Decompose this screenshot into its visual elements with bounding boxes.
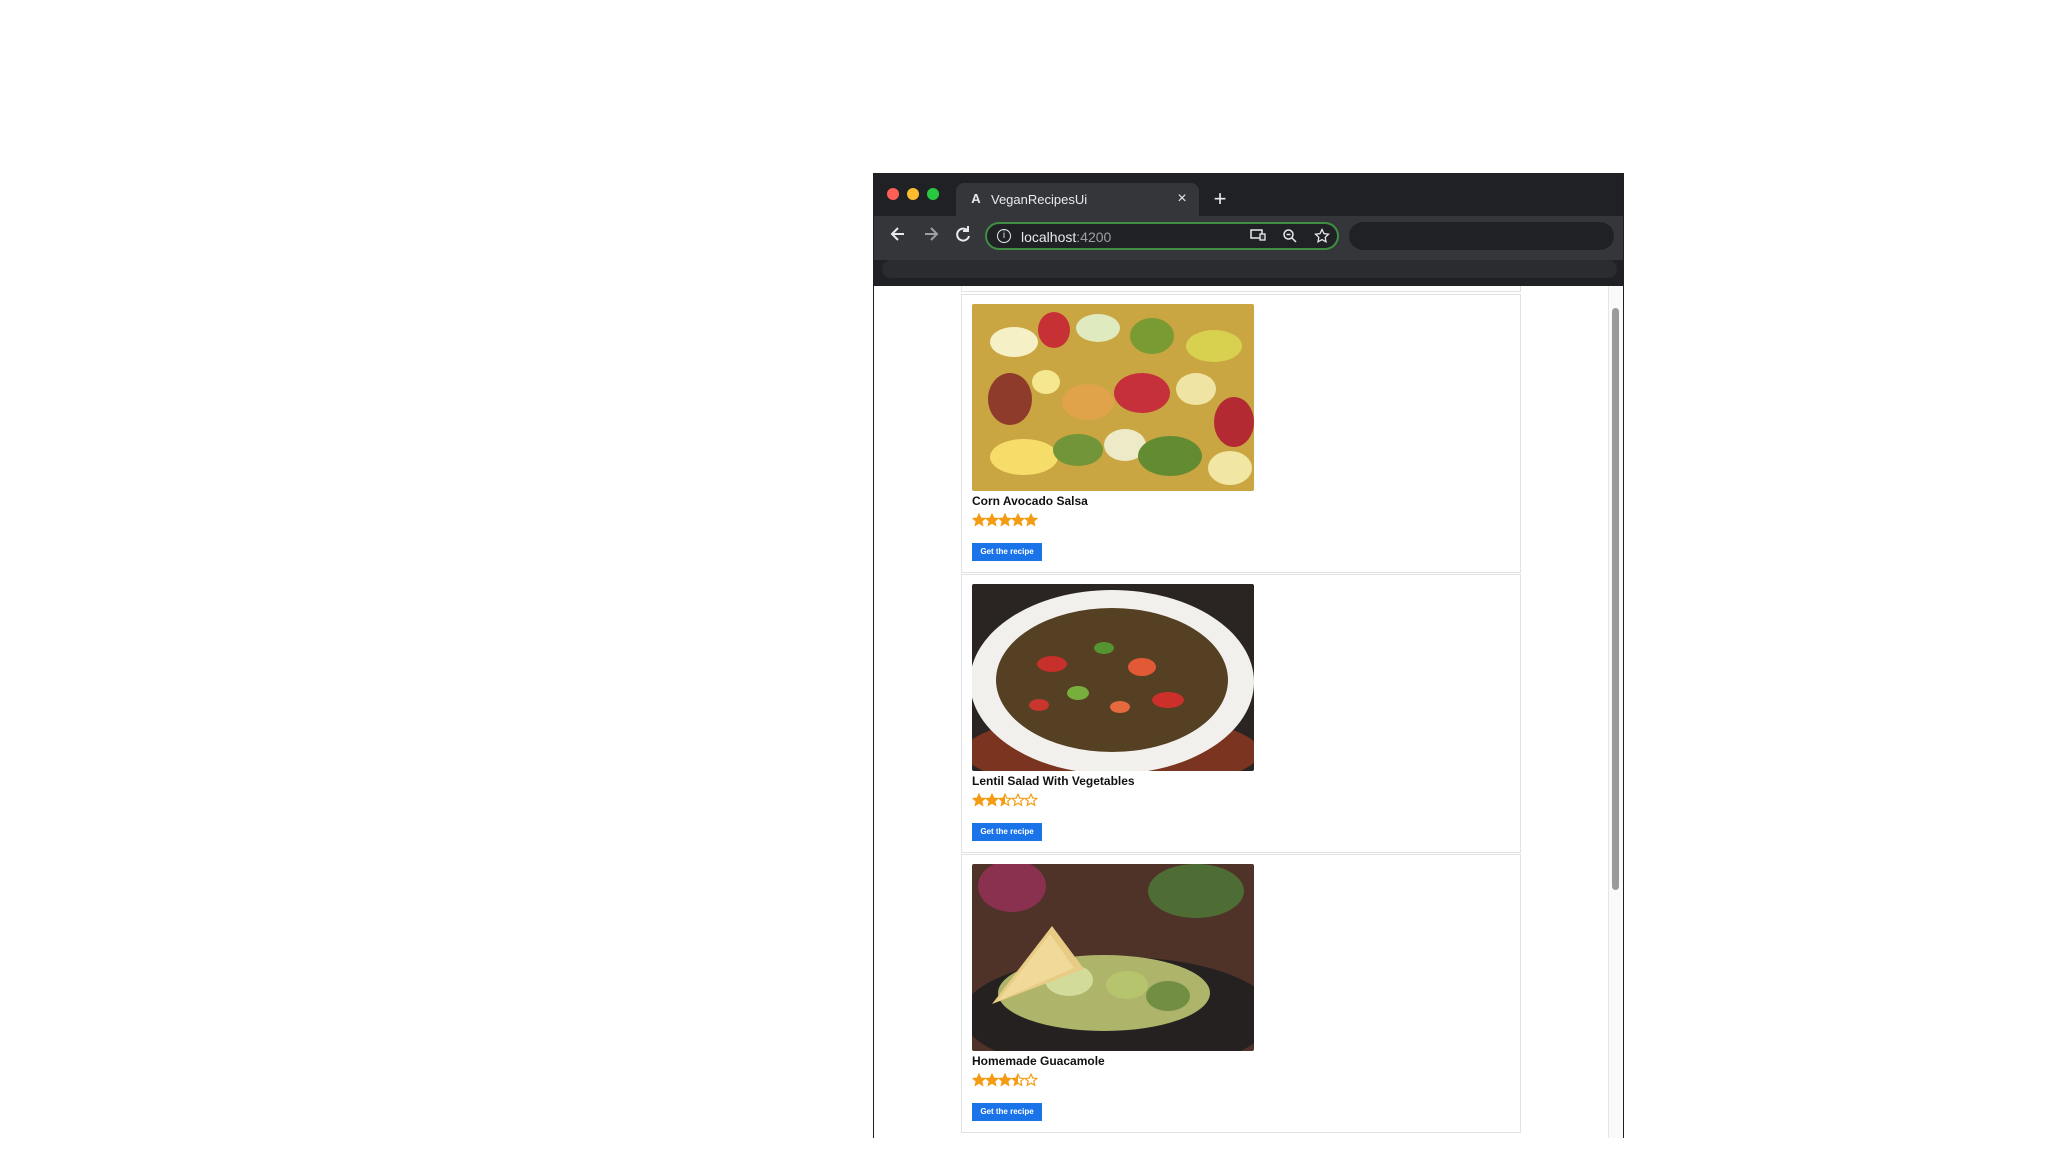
close-window-button[interactable]: [887, 188, 899, 200]
page-viewport: Corn Avocado Salsa Get the recipe Lentil…: [874, 286, 1623, 1138]
recipe-title: Homemade Guacamole: [972, 1054, 1105, 1068]
get-recipe-button[interactable]: Get the recipe: [972, 823, 1042, 841]
recipe-card: Homemade Guacamole Get the recipe: [961, 854, 1521, 1133]
vertical-scrollbar[interactable]: [1608, 286, 1623, 1138]
filled-star-icon: [985, 1073, 999, 1087]
info-icon[interactable]: i: [997, 229, 1011, 243]
bookmark-star-icon[interactable]: [1313, 228, 1331, 246]
zoom-icon[interactable]: [1281, 228, 1299, 246]
browser-chrome: A VeganRecipesUi × + i localhost:4200: [874, 174, 1623, 286]
filled-star-icon: [1024, 513, 1038, 527]
address-bar[interactable]: i localhost:4200: [985, 222, 1339, 250]
browser-window: A VeganRecipesUi × + i localhost:4200 Co…: [873, 173, 1624, 1138]
angular-favicon-icon: A: [971, 191, 981, 206]
new-tab-button[interactable]: +: [1209, 188, 1231, 210]
corn-avocado-salsa-image: [972, 304, 1254, 491]
forward-arrow-icon[interactable]: [917, 224, 945, 252]
filled-star-icon: [998, 513, 1012, 527]
previous-recipe-card-edge: [961, 286, 1521, 292]
filled-star-icon: [985, 793, 999, 807]
filled-star-icon: [985, 513, 999, 527]
back-arrow-icon[interactable]: [884, 224, 912, 252]
get-recipe-button[interactable]: Get the recipe: [972, 1103, 1042, 1121]
recipe-image: [972, 584, 1254, 771]
half-star-icon: [1011, 1073, 1025, 1087]
guacamole-image: [972, 864, 1254, 1051]
filled-star-icon: [972, 793, 986, 807]
tab-title: VeganRecipesUi: [991, 192, 1088, 207]
half-star-icon: [998, 793, 1012, 807]
rating-stars: [972, 1073, 1038, 1088]
recipe-card: Corn Avocado Salsa Get the recipe: [961, 294, 1521, 573]
recipe-card: Lentil Salad With Vegetables Get the rec…: [961, 574, 1521, 853]
lentil-salad-image: [972, 584, 1254, 771]
url-port: :4200: [1076, 229, 1112, 245]
filled-star-icon: [998, 1073, 1012, 1087]
reload-icon[interactable]: [949, 224, 977, 252]
url-host: localhost: [1021, 229, 1077, 245]
bookmark-bar: [882, 260, 1617, 278]
get-recipe-button[interactable]: Get the recipe: [972, 543, 1042, 561]
minimize-window-button[interactable]: [907, 188, 919, 200]
recipe-image: [972, 864, 1254, 1051]
tab-close-button[interactable]: ×: [1173, 190, 1191, 208]
cast-icon[interactable]: [1249, 228, 1267, 246]
empty-star-icon: [1024, 1073, 1038, 1087]
filled-star-icon: [972, 513, 986, 527]
recipe-image: [972, 304, 1254, 491]
filled-star-icon: [972, 1073, 986, 1087]
maximize-window-button[interactable]: [927, 188, 939, 200]
rating-stars: [972, 513, 1038, 528]
url-text: localhost:4200: [1021, 229, 1111, 245]
rating-stars: [972, 793, 1038, 808]
scrollbar-thumb[interactable]: [1612, 308, 1619, 890]
recipe-title: Lentil Salad With Vegetables: [972, 774, 1135, 788]
empty-star-icon: [1011, 793, 1025, 807]
toolbar-extension-area: [1349, 222, 1614, 250]
browser-tab[interactable]: A VeganRecipesUi ×: [956, 183, 1199, 216]
filled-star-icon: [1011, 513, 1025, 527]
recipe-title: Corn Avocado Salsa: [972, 494, 1088, 508]
empty-star-icon: [1024, 793, 1038, 807]
browser-toolbar: i localhost:4200: [874, 216, 1623, 260]
